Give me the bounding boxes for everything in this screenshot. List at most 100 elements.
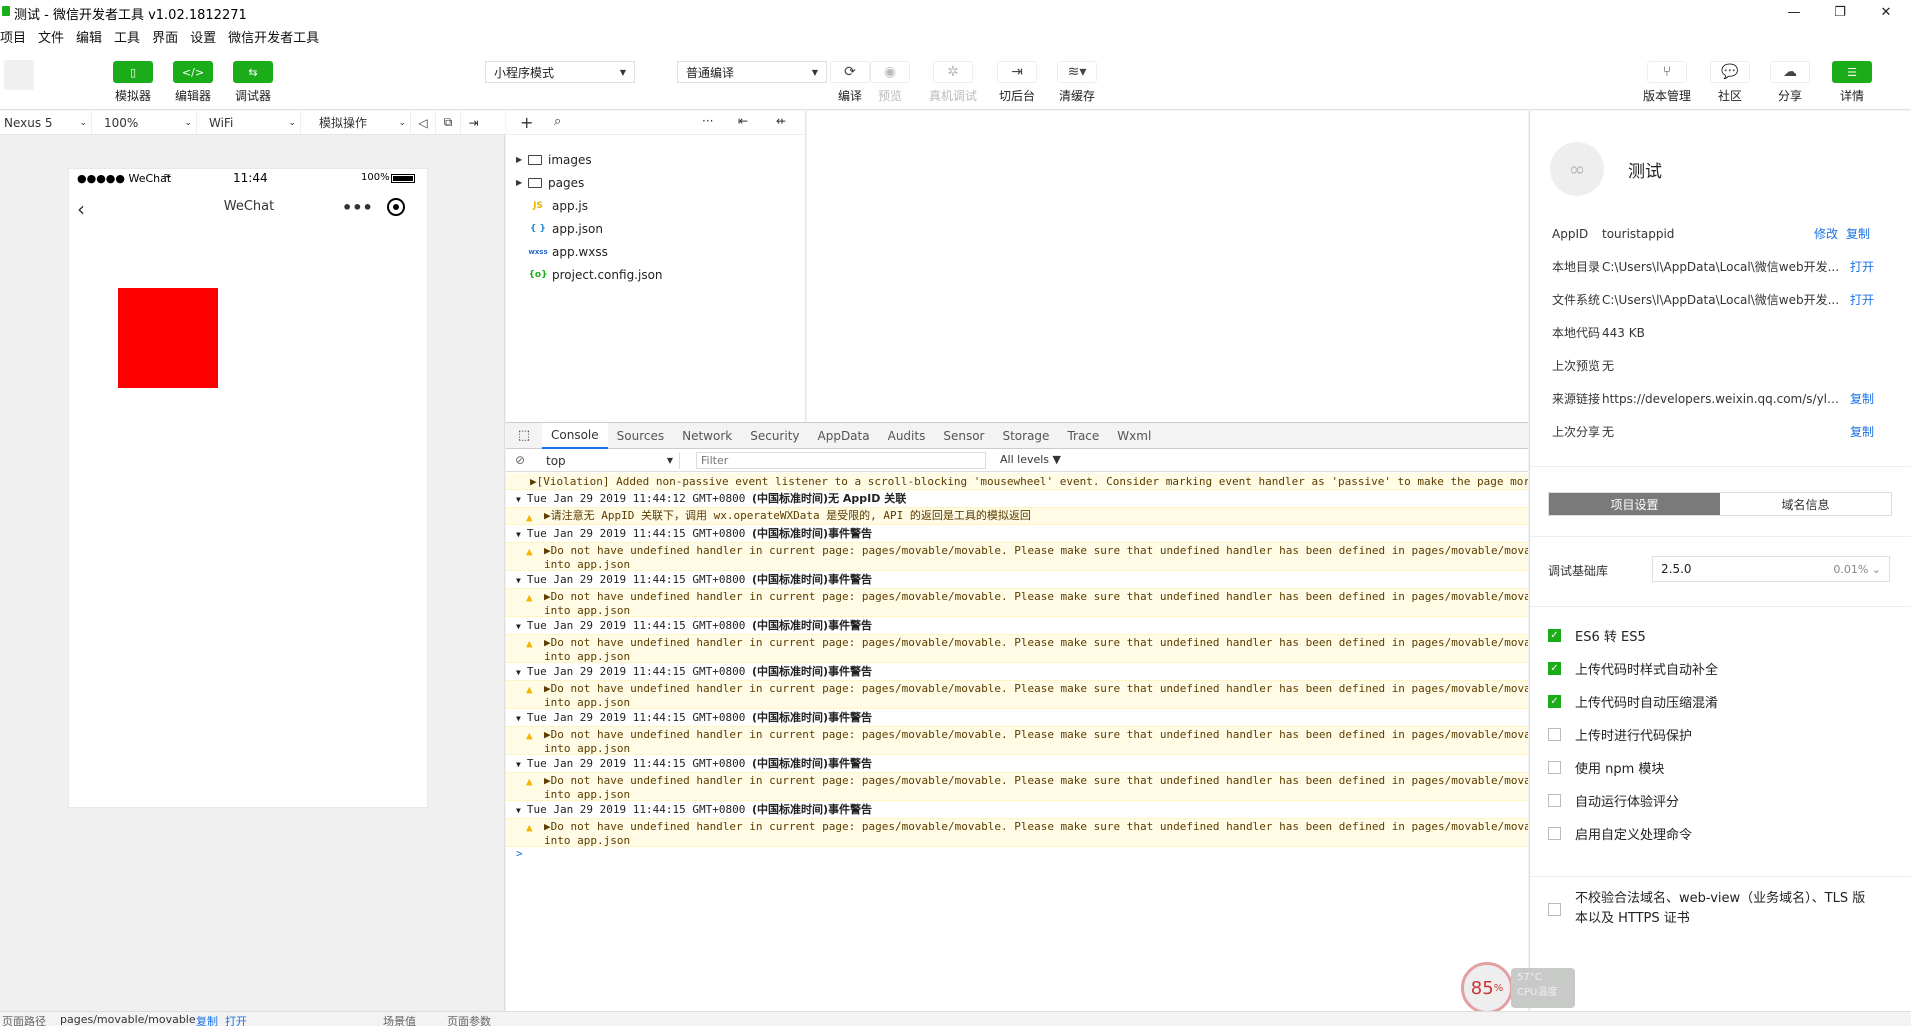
more-icon[interactable]: ••• — [342, 198, 373, 217]
debugger-toggle-button[interactable]: ⇆ 调试器 — [223, 61, 283, 104]
tab-appdata[interactable]: AppData — [809, 423, 879, 449]
option-skip-domain-check[interactable]: 不校验合法域名、web-view（业务域名）、TLS 版 本以及 HTTPS 证… — [1548, 889, 1898, 929]
cpu-monitor-widget[interactable]: 85% 57°C CPU温度 — [1461, 962, 1579, 1014]
collapse-icon[interactable]: ⇤ — [738, 114, 748, 128]
console-filter-input[interactable] — [696, 452, 986, 469]
option-es6-to-es5[interactable]: ✓ ES6 转 ES5 — [1530, 619, 1911, 652]
log-group-header[interactable]: ▼ Tue Jan 29 2019 11:44:15 GMT+0800 (中国标准… — [506, 663, 1528, 680]
open-filesystem-link[interactable]: 打开 — [1850, 291, 1874, 308]
tree-file-project-config[interactable]: {o} project.config.json — [516, 263, 796, 286]
copy-source-link[interactable]: 复制 — [1850, 390, 1874, 407]
more-options-icon[interactable]: ··· — [702, 114, 713, 128]
menu-project[interactable]: 项目 — [0, 27, 32, 46]
warning-message[interactable]: ▲ ▶Do not have undefined handler in curre… — [506, 680, 1528, 709]
copy-share-link[interactable]: 复制 — [1850, 423, 1874, 440]
option-auto-audit[interactable]: 自动运行体验评分 — [1530, 784, 1911, 817]
tree-folder-pages[interactable]: ▶ pages — [516, 171, 796, 194]
tab-security[interactable]: Security — [741, 423, 808, 449]
tree-file-app-wxss[interactable]: wxss app.wxss — [516, 240, 796, 263]
editor-toggle-button[interactable]: </> 编辑器 — [163, 61, 223, 104]
device-select[interactable]: Nexus 5 ⌄ — [0, 110, 92, 135]
checkbox-checked[interactable]: ✓ — [1548, 662, 1561, 675]
log-group-header[interactable]: ▼ Tue Jan 29 2019 11:44:15 GMT+0800 (中国标准… — [506, 801, 1528, 818]
tab-storage[interactable]: Storage — [993, 423, 1058, 449]
preview-button[interactable]: ◉ 预览 — [860, 61, 920, 104]
tab-audits[interactable]: Audits — [879, 423, 935, 449]
mode-select[interactable]: 小程序模式 ▼ — [485, 61, 635, 83]
movable-view-box[interactable] — [118, 288, 218, 388]
remote-debug-button[interactable]: ✲ 真机调试 — [923, 61, 983, 104]
warning-message[interactable]: ▲ ▶Do not have undefined handler in curre… — [506, 634, 1528, 663]
editor-area[interactable] — [807, 111, 1528, 422]
option-auto-minify[interactable]: ✓ 上传代码时自动压缩混淆 — [1530, 685, 1911, 718]
tab-sources[interactable]: Sources — [608, 423, 673, 449]
close-button[interactable]: ✕ — [1863, 0, 1909, 24]
warning-message[interactable]: ▲ ▶Do not have undefined handler in curre… — [506, 726, 1528, 755]
tree-folder-images[interactable]: ▶ images — [516, 148, 796, 171]
log-group-header[interactable]: ▼ Tue Jan 29 2019 11:44:15 GMT+0800 (中国标准… — [506, 617, 1528, 634]
tab-console[interactable]: Console — [542, 422, 608, 449]
checkbox-unchecked[interactable] — [1548, 827, 1561, 840]
share-button[interactable]: ☁ 分享 — [1760, 61, 1820, 104]
console-prompt[interactable]: > — [506, 847, 1528, 863]
simulator-toggle-button[interactable]: ▯ 模拟器 — [103, 61, 163, 104]
simulate-operation-select[interactable]: 模拟操作 ⌄ — [301, 110, 411, 135]
dock-icon[interactable]: ⇥ — [461, 111, 486, 135]
search-icon[interactable]: ⌕ — [554, 114, 561, 129]
volume-icon[interactable]: ◁ — [411, 110, 436, 135]
popout-icon[interactable]: ⧉ — [436, 110, 461, 135]
community-button[interactable]: 💬 社区 — [1700, 61, 1760, 104]
option-auto-style-complete[interactable]: ✓ 上传代码时样式自动补全 — [1530, 652, 1911, 685]
base-library-select[interactable]: 2.5.0 0.01% ⌄ — [1652, 556, 1890, 582]
menu-file[interactable]: 文件 — [32, 27, 70, 46]
violation-message[interactable]: ▶[Violation] Added non-passive event lis… — [506, 473, 1528, 490]
tab-project-settings[interactable]: 项目设置 — [1549, 493, 1720, 515]
warning-message[interactable]: ▲ ▶请注意无 AppID 关联下，调用 wx.operateWXData 是受限… — [506, 507, 1528, 525]
checkbox-unchecked[interactable] — [1548, 794, 1561, 807]
option-custom-commands[interactable]: 启用自定义处理命令 — [1530, 817, 1911, 850]
checkbox-checked[interactable]: ✓ — [1548, 695, 1561, 708]
tab-network[interactable]: Network — [673, 423, 741, 449]
log-group-header[interactable]: ▼ Tue Jan 29 2019 11:44:15 GMT+0800 (中国标准… — [506, 525, 1528, 542]
menu-view[interactable]: 界面 — [146, 27, 184, 46]
log-group-header[interactable]: ▼ Tue Jan 29 2019 11:44:15 GMT+0800 (中国标准… — [506, 571, 1528, 588]
inspect-element-icon[interactable]: ⬚ — [506, 428, 542, 443]
scene-value-label[interactable]: 场景值 — [383, 1013, 416, 1026]
checkbox-unchecked[interactable] — [1548, 728, 1561, 741]
warning-message[interactable]: ▲ ▶Do not have undefined handler in curre… — [506, 772, 1528, 801]
tab-wxml[interactable]: Wxml — [1108, 423, 1160, 449]
warning-message[interactable]: ▲ ▶Do not have undefined handler in curre… — [506, 588, 1528, 617]
open-path-link[interactable]: 打开 — [225, 1013, 247, 1026]
background-button[interactable]: ⇥ 切后台 — [987, 61, 1047, 104]
sidebar-toggle-icon[interactable]: ⇷ — [776, 114, 786, 128]
maximize-button[interactable]: ❐ — [1817, 0, 1863, 24]
tab-sensor[interactable]: Sensor — [934, 423, 993, 449]
zoom-select[interactable]: 100% ⌄ — [92, 110, 197, 135]
tab-domain-info[interactable]: 域名信息 — [1720, 493, 1891, 515]
option-code-protection[interactable]: 上传时进行代码保护 — [1530, 718, 1911, 751]
add-icon[interactable]: + — [520, 113, 533, 132]
minimize-button[interactable]: — — [1771, 0, 1817, 24]
avatar[interactable] — [4, 60, 34, 90]
log-group-header[interactable]: ▼ Tue Jan 29 2019 11:44:15 GMT+0800 (中国标准… — [506, 709, 1528, 726]
option-npm-modules[interactable]: 使用 npm 模块 — [1530, 751, 1911, 784]
tree-file-app-json[interactable]: { } app.json — [516, 217, 796, 240]
tree-file-app-js[interactable]: JS app.js — [516, 194, 796, 217]
copy-appid-link[interactable]: 复制 — [1846, 225, 1870, 242]
menu-edit[interactable]: 编辑 — [70, 27, 108, 46]
log-group-header[interactable]: ▼ Tue Jan 29 2019 11:44:12 GMT+0800 (中国标准… — [506, 490, 1528, 507]
menu-settings[interactable]: 设置 — [184, 27, 222, 46]
checkbox-unchecked[interactable] — [1548, 761, 1561, 774]
copy-path-link[interactable]: 复制 — [196, 1013, 218, 1026]
close-capsule-icon[interactable] — [387, 198, 405, 216]
clear-cache-button[interactable]: ≋▾ 清缓存 — [1047, 61, 1107, 104]
open-local-dir-link[interactable]: 打开 — [1850, 258, 1874, 275]
network-select[interactable]: WiFi ⌄ — [197, 110, 301, 135]
menu-tools[interactable]: 工具 — [108, 27, 146, 46]
page-params-label[interactable]: 页面参数 — [447, 1013, 491, 1026]
clear-console-icon[interactable]: ⊘ — [515, 453, 525, 467]
compile-mode-select[interactable]: 普通编译 ▼ — [677, 61, 827, 83]
tab-trace[interactable]: Trace — [1058, 423, 1108, 449]
details-button[interactable]: ☰ 详情 — [1822, 61, 1882, 104]
log-levels-select[interactable]: All levels ▼ — [1000, 453, 1061, 466]
